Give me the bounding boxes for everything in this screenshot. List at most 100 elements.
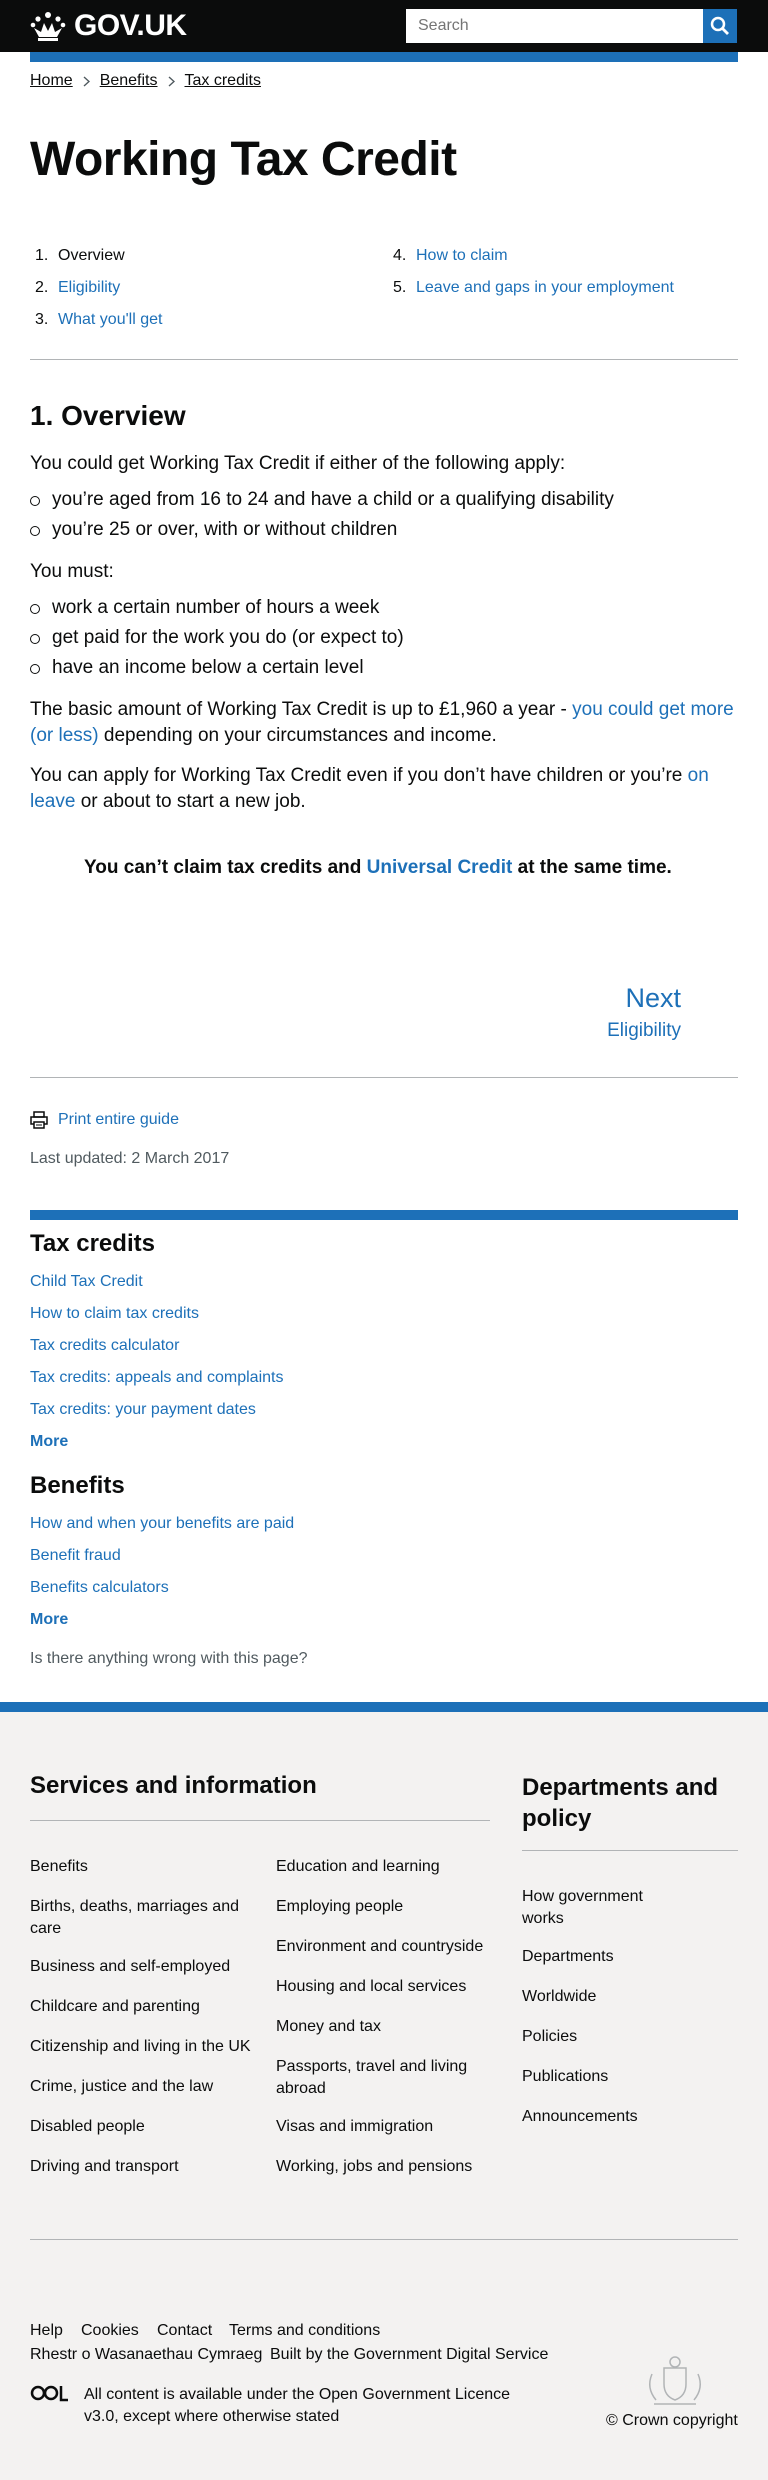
related-link[interactable]: Tax credits: appeals and complaints: [30, 1369, 283, 1387]
footer-link[interactable]: Driving and transport: [30, 2156, 250, 2178]
royal-coat-of-arms-icon: [649, 2356, 701, 2405]
breadcrumb: Home Benefits Tax credits: [30, 72, 261, 90]
footer-contact-link[interactable]: Contact: [157, 2322, 212, 2340]
list-item: get paid for the work you do (or expect …: [30, 626, 404, 656]
related-link[interactable]: How and when your benefits are paid: [30, 1515, 294, 1533]
list-item: you’re aged from 16 to 24 and have a chi…: [30, 488, 614, 518]
report-problem-link[interactable]: Is there anything wrong with this page?: [30, 1650, 308, 1668]
page-title: Working Tax Credit: [30, 133, 457, 186]
footer-link[interactable]: How government works: [522, 1886, 672, 1929]
divider: [30, 1820, 490, 1821]
related-link[interactable]: Tax credits calculator: [30, 1337, 179, 1355]
eligibility-bullet-list: you’re aged from 16 to 24 and have a chi…: [30, 488, 614, 548]
related-heading-benefits: Benefits: [30, 1472, 125, 1499]
logo-text: GOV.UK: [74, 9, 187, 42]
footer-link[interactable]: Housing and local services: [276, 1976, 496, 1998]
services-heading: Services and information: [30, 1772, 317, 1799]
search-icon: [710, 16, 729, 35]
requirements-bullet-list: work a certain number of hours a week ge…: [30, 596, 404, 686]
footer-link[interactable]: Business and self-employed: [30, 1956, 250, 1978]
basic-amount-text: The basic amount of Working Tax Credit i…: [30, 699, 734, 746]
related-link[interactable]: Child Tax Credit: [30, 1273, 143, 1291]
printer-icon: [30, 1111, 48, 1129]
footer-link[interactable]: Working, jobs and pensions: [276, 2156, 496, 2178]
next-label[interactable]: Next: [625, 983, 681, 1014]
related-top-bar: [30, 1210, 738, 1220]
footer-link[interactable]: Visas and immigration: [276, 2116, 496, 2138]
contents-item-leave-and-gaps: 5. Leave and gaps in your employment: [393, 279, 674, 296]
breadcrumb-home[interactable]: Home: [30, 72, 73, 90]
site-footer: Services and information Benefits Births…: [0, 1702, 768, 2480]
footer-link[interactable]: Education and learning: [276, 1856, 496, 1878]
govuk-logo-link[interactable]: GOV.UK: [30, 9, 187, 42]
apply-text: You can apply for Working Tax Credit eve…: [30, 765, 709, 812]
footer-welsh-link[interactable]: Rhestr o Wasanaethau Cymraeg: [30, 2346, 262, 2364]
contents-item-eligibility: 2. Eligibility: [35, 279, 121, 296]
footer-link[interactable]: Disabled people: [30, 2116, 250, 2138]
footer-link[interactable]: Announcements: [522, 2106, 722, 2128]
site-header: GOV.UK: [0, 0, 768, 52]
related-more-link[interactable]: More: [30, 1433, 68, 1451]
related-link[interactable]: Benefits calculators: [30, 1579, 169, 1597]
related-heading-tax-credits: Tax credits: [30, 1230, 155, 1257]
footer-help-link[interactable]: Help: [30, 2322, 63, 2340]
search-button[interactable]: [703, 9, 737, 43]
universal-credit-link[interactable]: Universal Credit: [367, 857, 513, 878]
footer-link[interactable]: Citizenship and living in the UK: [30, 2036, 270, 2058]
related-link[interactable]: Tax credits: your payment dates: [30, 1401, 256, 1419]
callout: You can’t claim tax credits and Universa…: [84, 857, 672, 878]
breadcrumb-tax-credits[interactable]: Tax credits: [185, 72, 261, 90]
footer-link[interactable]: Environment and countryside: [276, 1936, 496, 1958]
footer-link[interactable]: Money and tax: [276, 2016, 496, 2038]
list-item: have an income below a certain level: [30, 656, 404, 686]
crown-copyright-link[interactable]: © Crown copyright: [606, 2412, 738, 2430]
contents-link[interactable]: How to claim: [416, 247, 508, 264]
footer-link[interactable]: Births, deaths, marriages and care: [30, 1896, 250, 1939]
divider: [30, 1077, 738, 1078]
footer-link[interactable]: Crime, justice and the law: [30, 2076, 250, 2098]
contents-link[interactable]: What you'll get: [58, 311, 162, 328]
footer-link[interactable]: Childcare and parenting: [30, 1996, 250, 2018]
chevron-right-icon: [83, 75, 90, 87]
footer-cookies-link[interactable]: Cookies: [81, 2322, 139, 2340]
built-by-text: Built by the Government Digital Service: [270, 2346, 549, 2363]
related-link[interactable]: Benefit fraud: [30, 1547, 121, 1565]
related-more-link[interactable]: More: [30, 1611, 68, 1629]
must-text: You must:: [30, 561, 114, 582]
contents-item-how-to-claim: 4. How to claim: [393, 247, 508, 264]
footer-terms-link[interactable]: Terms and conditions: [229, 2322, 380, 2340]
intro-text: You could get Working Tax Credit if eith…: [30, 453, 566, 474]
section-heading: 1. Overview: [30, 400, 186, 431]
footer-link[interactable]: Passports, travel and living abroad: [276, 2056, 476, 2099]
list-item: work a certain number of hours a week: [30, 596, 404, 626]
footer-link[interactable]: Policies: [522, 2026, 722, 2048]
print-guide-link[interactable]: Print entire guide: [58, 1111, 179, 1129]
ogl-logo-icon: [30, 2385, 68, 2402]
footer-link[interactable]: Benefits: [30, 1856, 250, 1878]
contents-item-what-youll-get: 3. What you'll get: [35, 311, 163, 328]
chevron-right-icon: [168, 75, 175, 87]
divider: [30, 2239, 738, 2240]
search-input[interactable]: [406, 9, 703, 43]
divider: [522, 1850, 738, 1851]
footer-link[interactable]: Employing people: [276, 1896, 496, 1918]
print-guide: Print entire guide: [30, 1111, 179, 1129]
gds-link[interactable]: Government Digital Service: [354, 2346, 549, 2363]
next-page-link[interactable]: Eligibility: [607, 1020, 681, 1042]
related-link[interactable]: How to claim tax credits: [30, 1305, 199, 1323]
footer-link[interactable]: Departments: [522, 1946, 722, 1968]
contents-link[interactable]: Eligibility: [58, 279, 120, 296]
footer-link[interactable]: Publications: [522, 2066, 722, 2088]
contents-label: Overview: [58, 247, 125, 264]
contents-link[interactable]: Leave and gaps in your employment: [416, 279, 674, 296]
divider: [30, 359, 738, 360]
footer-link[interactable]: Worldwide: [522, 1986, 722, 2008]
departments-heading: Departments and policy: [522, 1774, 719, 1833]
contents-item-overview: 1. Overview: [35, 247, 125, 264]
list-item: you’re 25 or over, with or without child…: [30, 518, 614, 548]
breadcrumb-benefits[interactable]: Benefits: [100, 72, 158, 90]
header-blue-bar: [30, 52, 738, 62]
crown-icon: [30, 12, 66, 41]
licence-text: All content is available under the Open …: [84, 2386, 511, 2426]
last-updated: Last updated: 2 March 2017: [30, 1150, 230, 1167]
